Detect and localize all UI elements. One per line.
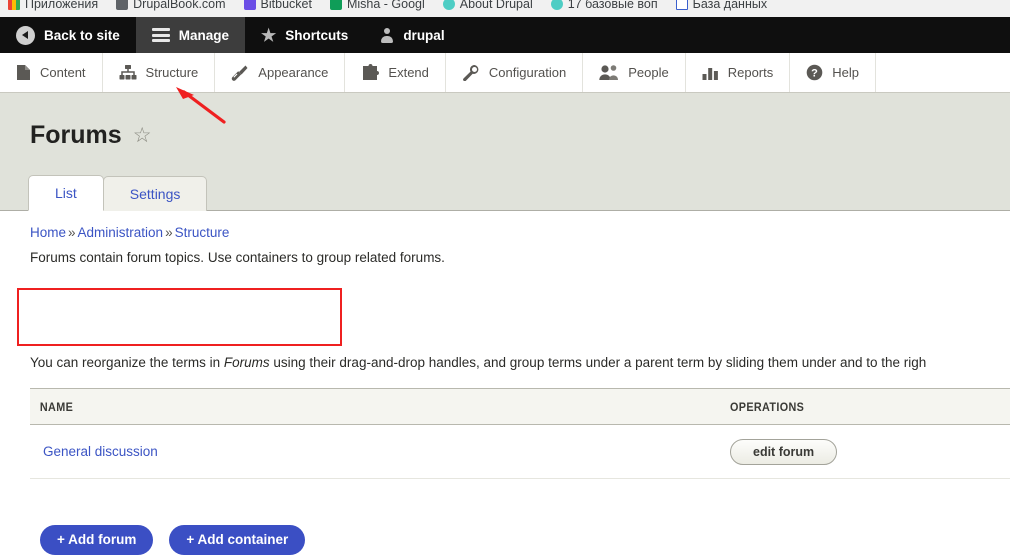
- menu-item-label: People: [628, 65, 669, 80]
- bar-chart-icon: [702, 68, 718, 80]
- forum-name-cell: General discussion: [30, 443, 730, 461]
- breadcrumb-separator: »: [165, 225, 173, 240]
- bookmark-item[interactable]: Приложения: [8, 0, 98, 11]
- bookmark-item[interactable]: База данных: [675, 0, 768, 11]
- bookmark-label: 17 базовые воп: [567, 0, 658, 11]
- tab-label: Settings: [129, 185, 181, 202]
- database-icon: [675, 0, 688, 10]
- main-content: Home» Administration» Structure Forums con…: [0, 212, 1010, 555]
- hamburger-icon: [151, 28, 170, 42]
- breadcrumb-item-structure[interactable]: Structure: [175, 225, 230, 240]
- google-drive-icon: [329, 0, 342, 10]
- menu-item-appearance[interactable]: Appearance: [215, 53, 346, 92]
- menu-item-configuration[interactable]: Configuration: [446, 53, 584, 92]
- dnd-note-after: using their drag-and-drop handles, and g…: [269, 355, 927, 370]
- edit-forum-button[interactable]: edit forum: [730, 439, 838, 465]
- user-icon: [380, 27, 394, 43]
- bookmark-item[interactable]: About Drupal: [442, 0, 533, 11]
- breadcrumb: Home» Administration» Structure: [0, 212, 1010, 240]
- tab-settings[interactable]: Settings: [102, 175, 208, 211]
- page-header-band: Forums ☆ List Settings: [0, 93, 1010, 211]
- breadcrumb-item-home[interactable]: Home: [30, 225, 66, 240]
- menu-item-content[interactable]: Content: [0, 53, 103, 92]
- table-header-row: NAME OPERATIONS: [30, 388, 1010, 425]
- toolbar-item-shortcuts[interactable]: ★ Shortcuts: [245, 17, 364, 53]
- bookmark-item[interactable]: 17 базовые воп: [550, 0, 658, 11]
- toolbar-item-label: Back to site: [44, 27, 120, 43]
- puzzle-piece-icon: [363, 64, 380, 80]
- breadcrumb-item-administration[interactable]: Administration: [78, 225, 164, 240]
- menu-item-label: Help: [832, 65, 859, 80]
- bookmark-label: DrupalBook.com: [133, 0, 226, 11]
- action-links: + Add forum + Add container: [40, 525, 306, 555]
- breadcrumb-separator: »: [68, 225, 76, 240]
- add-container-button[interactable]: + Add container: [169, 525, 306, 555]
- forums-table: NAME OPERATIONS General discussion edit …: [30, 388, 1010, 479]
- menu-item-label: Appearance: [258, 65, 329, 80]
- menu-item-label: Structure: [145, 65, 199, 80]
- bookmark-label: About Drupal: [459, 0, 533, 11]
- column-header-name[interactable]: NAME: [30, 400, 660, 414]
- tab-label: List: [55, 184, 77, 201]
- sitemap-icon: [119, 65, 137, 80]
- table-row: General discussion edit forum: [30, 425, 1010, 479]
- toolbar-item-label: drupal: [403, 27, 445, 43]
- menu-item-label: Reports: [727, 65, 774, 80]
- dnd-note-before: You can reorganize the terms in: [30, 355, 224, 370]
- page-description: Forums contain forum topics. Use contain…: [30, 250, 445, 265]
- page-tabs: List Settings: [28, 174, 208, 211]
- drupal-admin-toolbar: Back to site Manage ★ Shortcuts drupal: [0, 17, 1010, 53]
- drupal-icon: [442, 0, 455, 10]
- toolbar-item-user[interactable]: drupal: [364, 17, 460, 53]
- svg-text:?: ?: [811, 68, 818, 80]
- menu-item-people[interactable]: People: [583, 53, 686, 92]
- bookmark-star-icon[interactable]: ☆: [133, 125, 152, 146]
- bookmark-label: Bitbucket: [260, 0, 312, 11]
- add-forum-button[interactable]: + Add forum: [40, 525, 154, 555]
- forum-operations-cell: edit forum: [730, 439, 838, 465]
- menu-item-extend[interactable]: Extend: [345, 53, 446, 92]
- forum-link-general-discussion[interactable]: General discussion: [43, 444, 158, 459]
- bookmark-item[interactable]: DrupalBook.com: [116, 0, 226, 11]
- toolbar-item-label: Shortcuts: [285, 27, 349, 43]
- menu-item-label: Extend: [388, 65, 429, 80]
- menu-item-help[interactable]: ? Help: [790, 53, 876, 92]
- back-arrow-icon: [16, 25, 35, 45]
- page-title-text: Forums: [30, 121, 122, 149]
- menu-bar-filler: [876, 53, 1010, 92]
- drupalbook-icon: [116, 0, 129, 10]
- wrench-icon: [463, 64, 479, 81]
- bookmark-label: База данных: [692, 0, 768, 11]
- drupal-icon: [550, 0, 563, 10]
- browser-bookmarks-bar: Приложения DrupalBook.com Bitbucket Mish…: [0, 0, 1010, 17]
- menu-item-label: Content: [40, 65, 86, 80]
- annotation-box-add-actions: [17, 288, 342, 346]
- dnd-note-emphasis: Forums: [223, 355, 270, 370]
- tab-list[interactable]: List: [28, 174, 104, 211]
- apps-icon: [8, 0, 20, 10]
- menu-item-structure[interactable]: Structure: [103, 53, 216, 92]
- bookmark-label: Приложения: [25, 0, 99, 11]
- page-title: Forums ☆: [30, 121, 152, 150]
- bitbucket-icon: [243, 0, 256, 10]
- menu-item-label: Configuration: [488, 65, 567, 80]
- paintbrush-icon: [232, 65, 248, 81]
- toolbar-item-manage[interactable]: Manage: [135, 17, 246, 53]
- admin-menu-bar: Content Structure Appearance Extend Conf…: [0, 53, 1010, 93]
- star-icon: ★: [261, 25, 277, 45]
- drag-and-drop-note: You can reorganize the terms in Forums u…: [30, 355, 926, 370]
- toolbar-item-label: Manage: [178, 27, 230, 43]
- people-icon: [599, 65, 619, 80]
- question-mark-icon: ?: [806, 64, 823, 81]
- document-icon: [17, 65, 30, 80]
- column-header-operations: OPERATIONS: [730, 400, 805, 414]
- bookmark-item[interactable]: Misha - Googl: [329, 0, 425, 11]
- toolbar-item-back-to-site[interactable]: Back to site: [0, 17, 136, 53]
- bookmark-label: Misha - Googl: [346, 0, 425, 11]
- menu-item-reports[interactable]: Reports: [686, 53, 791, 92]
- bookmark-item[interactable]: Bitbucket: [243, 0, 312, 11]
